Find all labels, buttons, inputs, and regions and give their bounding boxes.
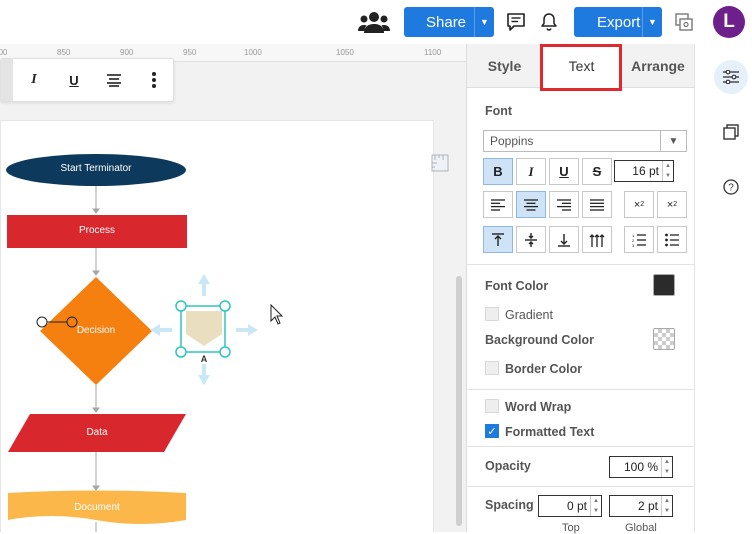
divider [467, 486, 695, 487]
spacing-global-field[interactable]: 2 pt ▲ ▼ [609, 495, 673, 517]
data-label: Data [86, 427, 108, 438]
align-center-button[interactable] [516, 191, 546, 218]
tab-arrange[interactable]: Arrange [621, 44, 695, 88]
divider [467, 389, 695, 390]
spacing-top-stepper[interactable]: ▲ ▼ [590, 496, 601, 516]
opacity-stepper[interactable]: ▲ ▼ [661, 457, 672, 477]
word-wrap-checkbox[interactable] [485, 399, 499, 413]
export-dropdown-icon[interactable]: ▼ [642, 7, 662, 37]
font-family-select[interactable]: Poppins ▼ [483, 130, 687, 152]
canvas-area[interactable]: 800 850 900 950 1000 1050 1100 I U [0, 44, 466, 532]
present-icon[interactable] [674, 12, 694, 32]
spacing-global-label: Global [625, 522, 657, 534]
mouse-cursor-icon [270, 303, 284, 325]
background-color-swatch[interactable] [653, 328, 675, 350]
font-size-stepper[interactable]: ▲ ▼ [662, 161, 673, 181]
subscript-button[interactable]: × 2 [624, 191, 654, 218]
font-section-label: Font [485, 104, 513, 118]
underline-button[interactable]: U [549, 158, 579, 185]
user-avatar[interactable]: L [713, 6, 745, 38]
formatted-text-label: Formatted Text [505, 425, 595, 439]
panel-tabs: Style Text Arrange [467, 44, 695, 91]
decision-label: Decision [76, 325, 116, 336]
svg-text:?: ? [728, 183, 734, 194]
font-size-field[interactable]: 16 pt ▲ ▼ [614, 160, 674, 182]
chevron-down-icon[interactable]: ▼ [660, 131, 686, 151]
font-color-label: Font Color [485, 279, 549, 293]
align-bottom-button[interactable] [549, 226, 579, 253]
spacing-label: Spacing [485, 498, 534, 512]
collaborators-icon[interactable] [358, 9, 390, 35]
border-color-checkbox[interactable] [485, 361, 499, 375]
text-direction-button[interactable] [582, 226, 612, 253]
spacing-top-field[interactable]: 0 pt ▲ ▼ [538, 495, 602, 517]
share-button-label: Share [426, 13, 467, 31]
share-dropdown-icon[interactable]: ▼ [474, 7, 494, 37]
process-label: Process [78, 225, 116, 236]
opacity-field[interactable]: 100 % ▲ ▼ [609, 456, 673, 478]
divider [467, 446, 695, 447]
share-button[interactable]: Share ▼ [404, 7, 494, 37]
start-terminator-label: Start Terminator [60, 163, 132, 174]
tab-highlight-box [540, 44, 622, 91]
numbered-list-button[interactable]: 123 [624, 226, 654, 253]
bold-button[interactable]: B [483, 158, 513, 185]
spacing-top-value: 0 pt [566, 499, 587, 513]
properties-panel: Style Text Arrange Font Poppins ▼ B I U … [466, 44, 695, 534]
strikethrough-button[interactable]: S [582, 158, 612, 185]
background-color-label: Background Color [485, 333, 595, 347]
divider [467, 264, 695, 265]
align-middle-button[interactable] [516, 226, 546, 253]
flowchart[interactable] [0, 44, 466, 532]
pages-icon[interactable] [714, 115, 748, 149]
opacity-value: 100 % [623, 460, 658, 474]
justify-button[interactable] [582, 191, 612, 218]
selected-shape-label: A [200, 354, 208, 364]
opacity-label: Opacity [485, 459, 531, 473]
border-color-label: Border Color [505, 362, 583, 376]
align-top-button[interactable] [483, 226, 513, 253]
selected-shape[interactable] [175, 300, 231, 358]
font-family-value: Poppins [490, 134, 534, 148]
font-color-swatch[interactable] [653, 274, 675, 296]
export-button[interactable]: Export ▼ [574, 7, 662, 37]
document-label: Document [74, 502, 120, 513]
vertical-scrollbar[interactable] [456, 276, 462, 526]
spacing-top-label: Top [562, 522, 580, 534]
svg-text:3: 3 [632, 243, 635, 247]
export-button-label: Export [597, 13, 641, 31]
notification-bell-icon[interactable] [540, 12, 558, 32]
word-wrap-label: Word Wrap [505, 400, 572, 414]
help-icon[interactable]: ? [714, 170, 748, 204]
bullet-list-button[interactable] [657, 226, 687, 253]
right-rail: ? [694, 44, 752, 532]
align-right-button[interactable] [549, 191, 579, 218]
tab-style[interactable]: Style [467, 44, 542, 88]
formatted-text-checkbox[interactable]: ✓ [485, 424, 499, 438]
gradient-checkbox[interactable] [485, 307, 499, 321]
italic-button[interactable]: I [516, 158, 546, 185]
top-toolbar: Share ▼ Export ▼ L [0, 0, 752, 44]
align-left-button[interactable] [483, 191, 513, 218]
spacing-global-value: 2 pt [637, 499, 658, 513]
font-size-value: 16 pt [632, 164, 659, 178]
comment-icon[interactable] [506, 12, 526, 32]
format-panel-button[interactable] [714, 60, 748, 94]
gradient-label: Gradient [505, 308, 553, 322]
superscript-button[interactable]: × 2 [657, 191, 687, 218]
spacing-global-stepper[interactable]: ▲ ▼ [661, 496, 672, 516]
